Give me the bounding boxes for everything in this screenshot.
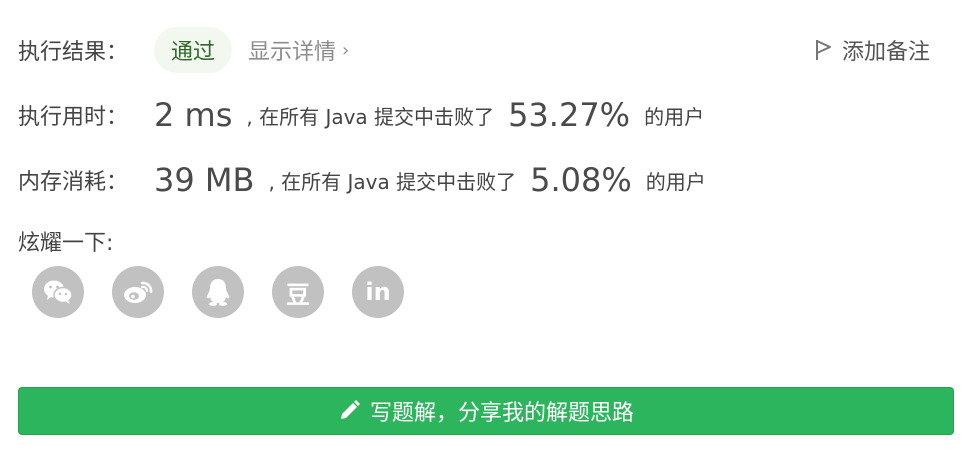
runtime-row: 执行用时： 2 ms , 在所有 Java 提交中击败了 53.27% 的用户 (18, 90, 704, 140)
weibo-icon[interactable] (112, 266, 164, 318)
runtime-suffix: 的用户 (644, 104, 705, 129)
share-row: 炫耀一下: (18, 225, 113, 257)
write-solution-button[interactable]: 写题解，分享我的解题思路 (18, 387, 954, 435)
flag-icon (815, 40, 831, 60)
douban-glyph: 豆 (286, 280, 310, 309)
runtime-beat-text: , 在所有 Java 提交中击败了 (246, 104, 495, 129)
memory-beat-text: , 在所有 Java 提交中击败了 (268, 169, 517, 194)
douban-icon[interactable]: 豆 (272, 266, 324, 318)
share-label: 炫耀一下: (18, 231, 114, 256)
memory-label: 内存消耗： (18, 170, 129, 195)
status-badge: 通过 (154, 27, 233, 73)
chevron-right-icon: › (342, 39, 350, 61)
runtime-label: 执行用时： (18, 105, 129, 130)
share-icons: 豆 in (32, 266, 432, 318)
runtime-percent: 53.27% (508, 96, 631, 134)
show-details-label: 显示详情 (248, 40, 337, 65)
wechat-icon[interactable] (32, 266, 84, 318)
add-note-label: 添加备注 (841, 40, 930, 65)
runtime-value: 2 ms (154, 96, 233, 134)
write-solution-label: 写题解，分享我的解题思路 (369, 401, 634, 426)
memory-suffix: 的用户 (645, 169, 706, 194)
qq-icon[interactable] (192, 266, 244, 318)
linkedin-glyph: in (365, 278, 391, 306)
result-label: 执行结果： (18, 40, 129, 65)
memory-value: 39 MB (154, 161, 255, 199)
linkedin-icon[interactable]: in (352, 266, 404, 318)
pencil-icon (340, 400, 360, 419)
memory-percent: 5.08% (530, 161, 632, 199)
show-details-link[interactable]: 显示详情 › (248, 34, 349, 66)
memory-row: 内存消耗： 39 MB , 在所有 Java 提交中击败了 5.08% 的用户 (18, 155, 706, 205)
add-note-button[interactable]: 添加备注 (814, 30, 930, 70)
result-row: 执行结果： 通过 显示详情 › (18, 26, 349, 74)
